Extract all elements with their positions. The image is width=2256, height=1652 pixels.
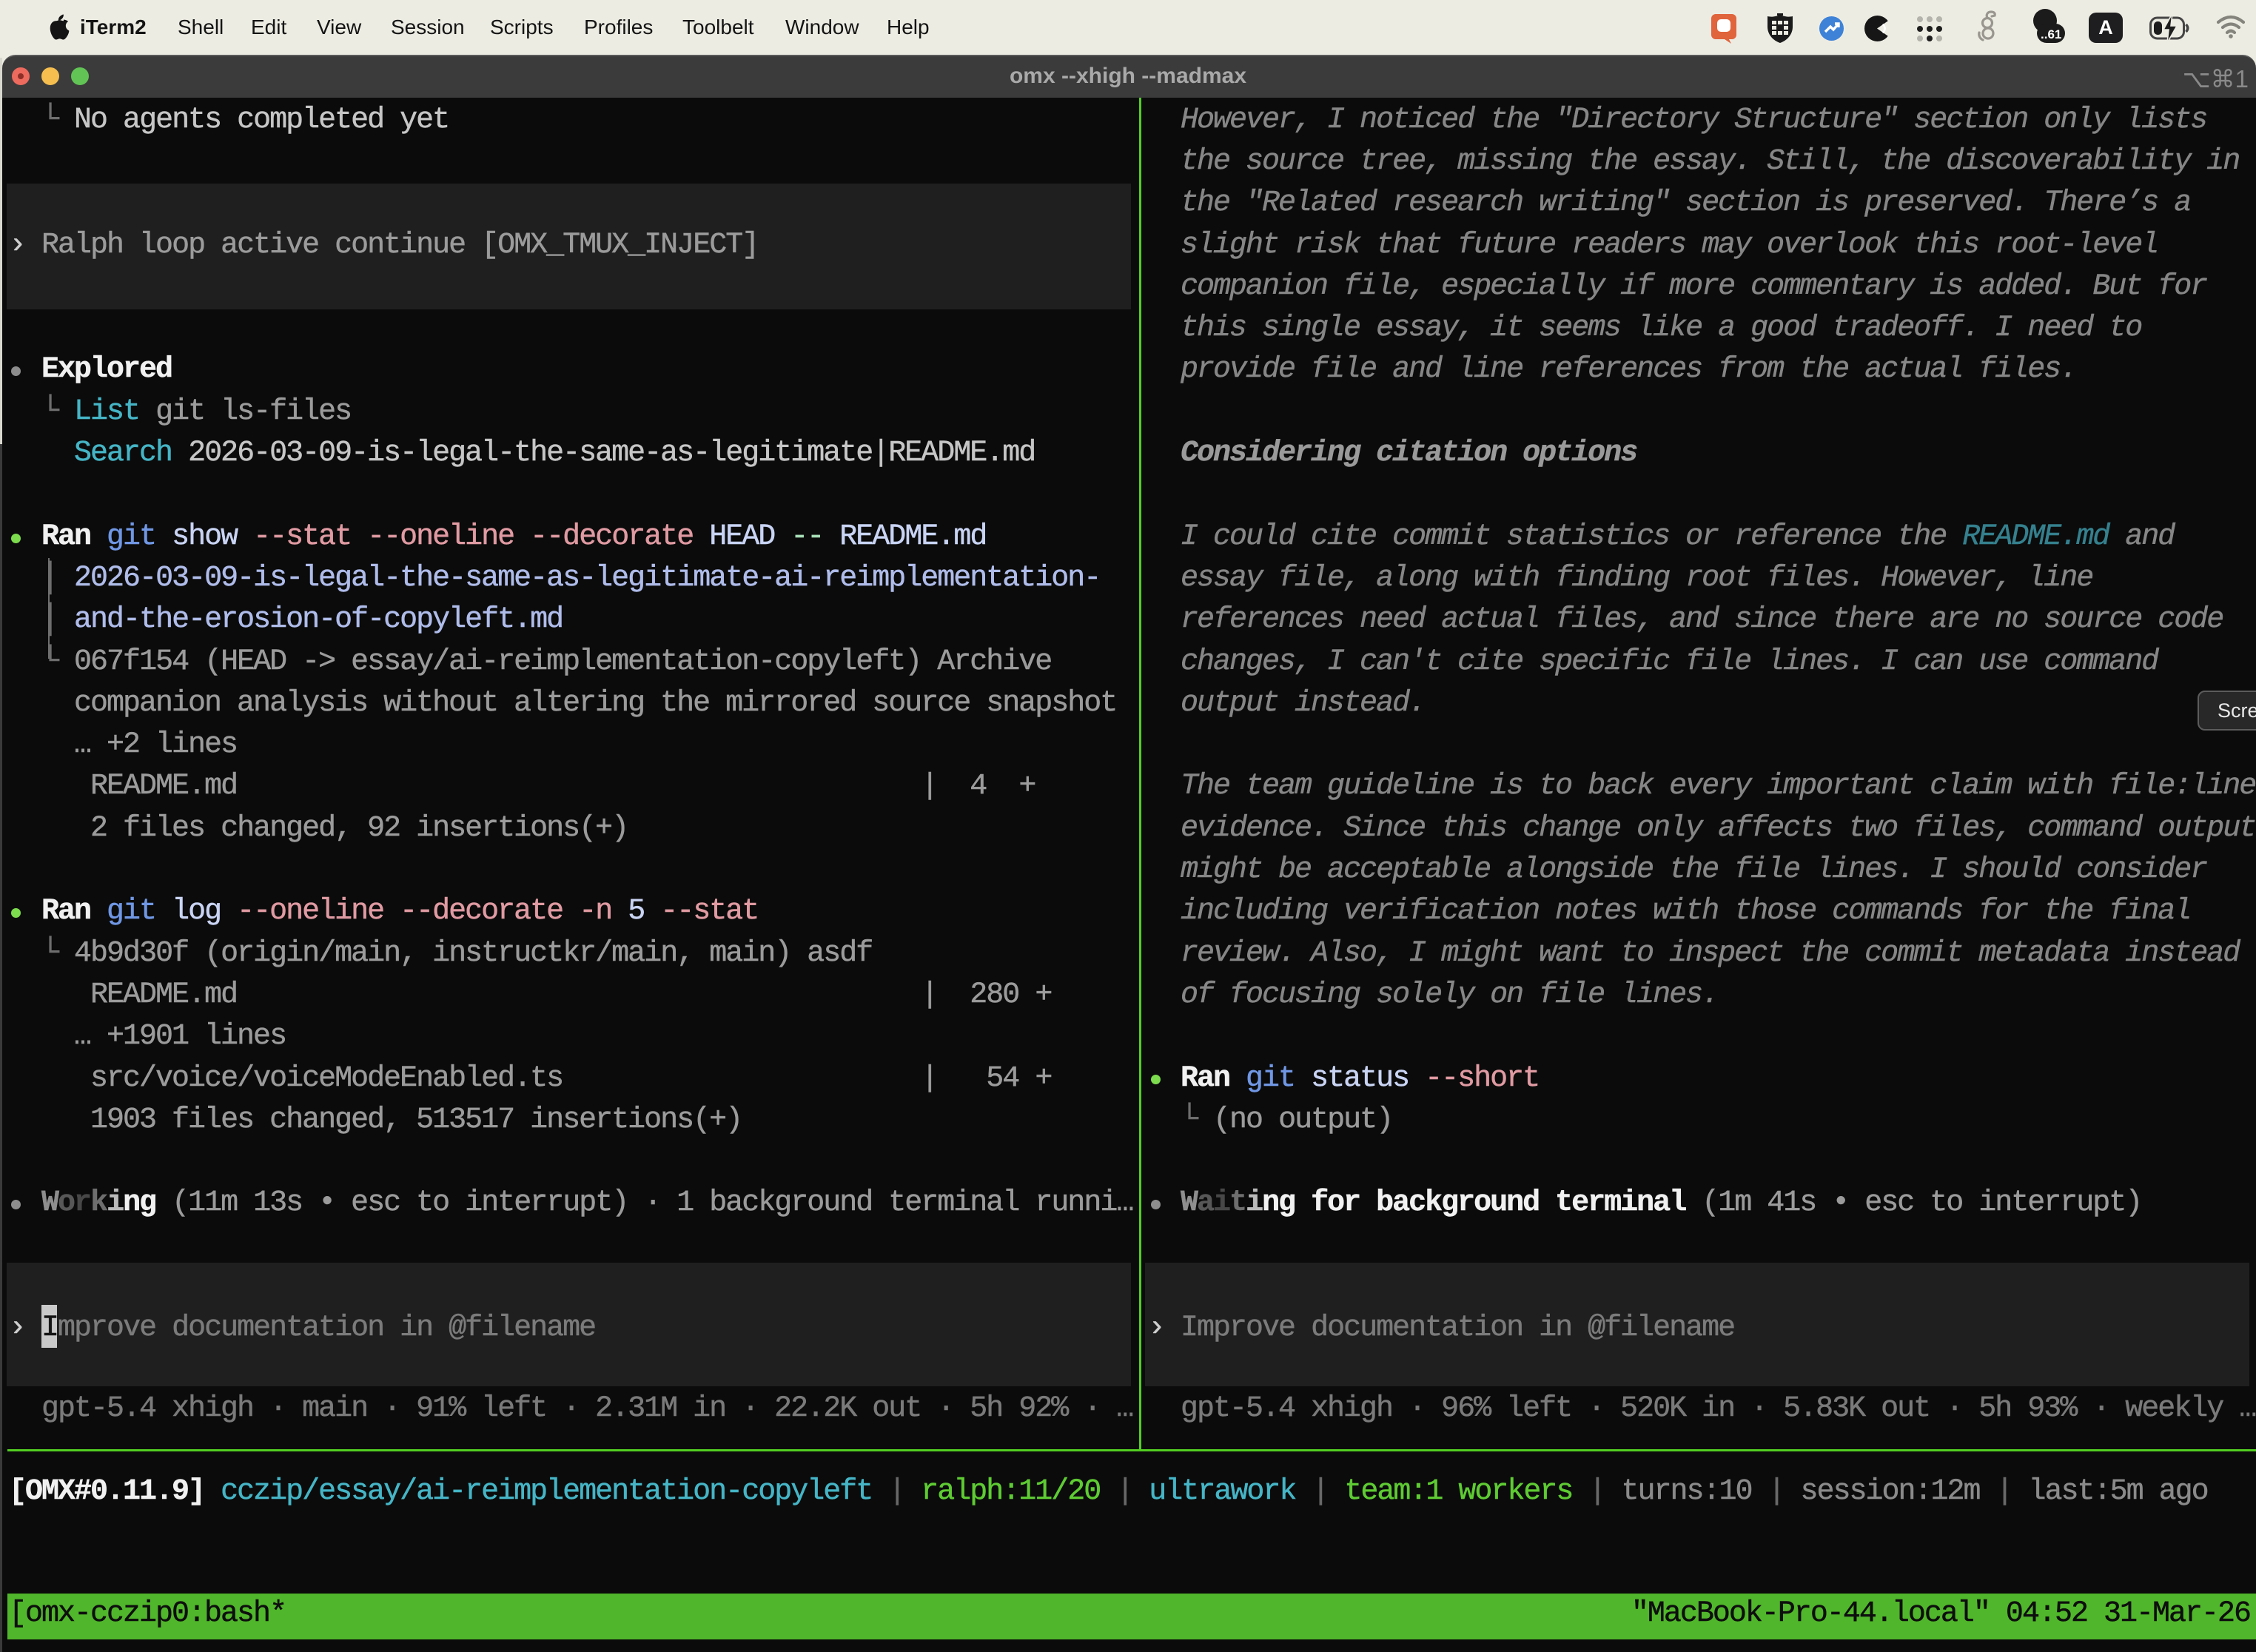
svg-text:..61: ..61 bbox=[2041, 27, 2061, 41]
